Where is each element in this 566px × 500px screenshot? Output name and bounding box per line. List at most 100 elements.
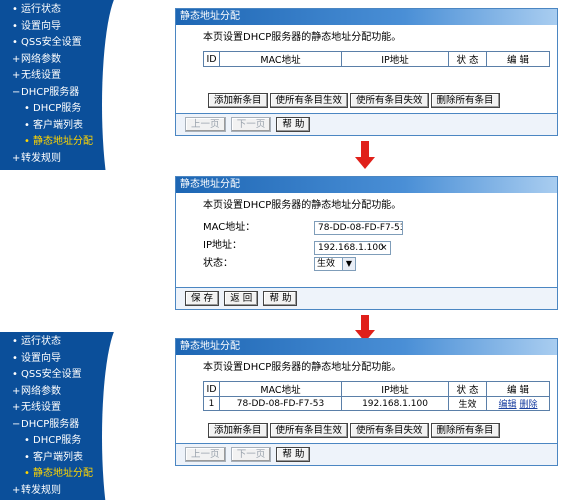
chevron-down-icon[interactable]: ▼ xyxy=(342,258,355,270)
sidebar-bottom: • 运行状态 • 设置向导 • QSS安全设置 +网络参数 +无线设置 −DHCP服务器 • DHC… xyxy=(0,332,124,500)
sidebar-item-label: 静态地址分配 xyxy=(33,468,93,479)
sidebar-item-label: QSS安全设置 xyxy=(21,369,82,380)
col-ip: IP地址 xyxy=(341,51,449,67)
sidebar-menu: • 运行状态 • 设置向导 • QSS安全设置 +网络参数 +无线设置 −DHCP服务器 • DHC… xyxy=(0,332,124,499)
down-arrow-icon xyxy=(355,141,375,169)
ip-label: IP地址： xyxy=(203,240,242,251)
sidebar-item-label: 客户端列表 xyxy=(33,451,83,463)
static-address-form-panel: 静态地址分配 本页设置DHCP服务器的静态地址分配功能。 MAC地址： IP地址… xyxy=(175,176,558,310)
panel-footer: 上一页 下一页 帮 助 xyxy=(176,443,557,465)
status-label: 状态： xyxy=(203,258,233,269)
sidebar-item-label: 运行状态 xyxy=(21,4,61,15)
sidebar-menu: • 运行状态 • 设置向导 • QSS安全设置 +网络参数 +无线设置 −DHCP服务器 • DHC… xyxy=(0,0,124,167)
col-mac: MAC地址 xyxy=(219,381,342,397)
table-row: 1 78-DD-08-FD-F7-53 192.168.1.100 生效 编辑 … xyxy=(203,396,550,411)
sidebar-item[interactable]: −DHCP服务器 xyxy=(12,85,124,102)
static-address-table: ID MAC地址 IP地址 状 态 编 辑 1 78-DD-08-FD-F7-5… xyxy=(203,381,550,411)
add-entry-button[interactable]: 添加新条目 xyxy=(208,93,268,108)
col-id: ID xyxy=(203,381,220,397)
col-edit: 编 辑 xyxy=(486,381,550,397)
sidebar-item[interactable]: +无线设置 xyxy=(12,68,124,85)
back-button[interactable]: 返 回 xyxy=(224,291,259,306)
delete-all-button[interactable]: 删除所有条目 xyxy=(430,93,500,108)
bullet-icon: • xyxy=(24,435,30,446)
next-page-button[interactable]: 下一页 xyxy=(230,117,272,132)
sidebar-item[interactable]: • 客户端列表 xyxy=(12,118,124,135)
help-button[interactable]: 帮 助 xyxy=(263,291,298,306)
sidebar-item-label: 客户端列表 xyxy=(33,119,83,131)
bullet-icon: + xyxy=(12,402,21,413)
enable-all-button[interactable]: 使所有条目生效 xyxy=(269,93,349,108)
sidebar-item-label: 网络参数 xyxy=(21,385,61,397)
sidebar-item[interactable]: • 设置向导 xyxy=(12,19,124,36)
sidebar-item-label: 运行状态 xyxy=(21,336,61,347)
mac-label: MAC地址： xyxy=(203,222,256,233)
panel-description: 本页设置DHCP服务器的静态地址分配功能。 xyxy=(203,32,402,43)
sidebar-item[interactable]: • 静态地址分配 xyxy=(12,466,124,483)
sidebar-item[interactable]: • 设置向导 xyxy=(12,351,124,368)
bullet-icon: + xyxy=(12,152,21,164)
help-button[interactable]: 帮 助 xyxy=(276,117,311,132)
cell-mac: 78-DD-08-FD-F7-53 xyxy=(219,396,342,411)
bullet-icon: • xyxy=(12,4,18,15)
sidebar-item[interactable]: +网络参数 xyxy=(12,384,124,401)
sidebar-item[interactable]: −DHCP服务器 xyxy=(12,417,124,434)
sidebar-item[interactable]: • DHCP服务 xyxy=(12,101,124,118)
disable-all-button[interactable]: 使所有条目失效 xyxy=(350,93,429,108)
static-address-table: ID MAC地址 IP地址 状 态 编 辑 xyxy=(203,51,550,67)
prev-page-button[interactable]: 上一页 xyxy=(185,117,226,132)
bullet-icon: − xyxy=(12,418,21,430)
save-button[interactable]: 保 存 xyxy=(185,291,220,306)
sidebar-item[interactable]: • DHCP服务 xyxy=(12,433,124,450)
edit-link[interactable]: 编辑 xyxy=(499,400,517,410)
sidebar-item[interactable]: • 客户端列表 xyxy=(12,450,124,467)
panel-title: 静态地址分配 xyxy=(176,177,557,193)
disable-all-button[interactable]: 使所有条目失效 xyxy=(350,423,429,438)
sidebar-item[interactable]: +无线设置 xyxy=(12,400,124,417)
prev-page-button[interactable]: 上一页 xyxy=(185,447,226,462)
mac-address-input[interactable] xyxy=(314,221,403,235)
sidebar-item[interactable]: • QSS安全设置 xyxy=(12,367,124,384)
ip-row: IP地址： × xyxy=(203,237,557,255)
delete-link[interactable]: 删除 xyxy=(519,400,537,410)
bullet-icon: • xyxy=(12,37,18,48)
bullet-icon: • xyxy=(24,119,30,131)
sidebar-item-label: 静态地址分配 xyxy=(33,136,93,147)
bullet-icon: + xyxy=(12,53,21,65)
sidebar-item[interactable]: • 静态地址分配 xyxy=(12,134,124,151)
bullet-icon: • xyxy=(12,336,18,347)
panel-title: 静态地址分配 xyxy=(176,9,557,25)
sidebar-item[interactable]: • 运行状态 xyxy=(12,334,124,351)
sidebar-item-label: DHCP服务器 xyxy=(21,86,80,98)
sidebar-item-label: DHCP服务器 xyxy=(21,418,80,430)
sidebar-item[interactable]: +转发规则 xyxy=(12,151,124,168)
static-address-panel-empty: 静态地址分配 本页设置DHCP服务器的静态地址分配功能。 ID MAC地址 IP… xyxy=(175,8,558,136)
sidebar-item[interactable]: +转发规则 xyxy=(12,483,124,500)
bullet-icon: − xyxy=(12,86,21,98)
sidebar-item[interactable]: • QSS安全设置 xyxy=(12,35,124,52)
sidebar-item-label: 设置向导 xyxy=(21,20,61,32)
sidebar-item-label: 无线设置 xyxy=(21,70,61,81)
sidebar-item-label: 设置向导 xyxy=(21,352,61,364)
help-button[interactable]: 帮 助 xyxy=(276,447,311,462)
sidebar-item-label: 无线设置 xyxy=(21,402,61,413)
next-page-button[interactable]: 下一页 xyxy=(230,447,272,462)
bullet-icon: • xyxy=(24,468,30,479)
bullet-icon: • xyxy=(12,352,18,364)
bullet-icon: • xyxy=(24,136,30,147)
delete-all-button[interactable]: 删除所有条目 xyxy=(430,423,500,438)
sidebar-item[interactable]: • 运行状态 xyxy=(12,2,124,19)
status-select[interactable]: 生效 ▼ xyxy=(314,257,356,271)
cell-edit: 编辑 删除 xyxy=(486,396,550,411)
sidebar-item-label: 网络参数 xyxy=(21,53,61,65)
panel-footer: 上一页 下一页 帮 助 xyxy=(176,113,557,135)
sidebar-item[interactable]: +网络参数 xyxy=(12,52,124,69)
panel-title: 静态地址分配 xyxy=(176,339,557,355)
bullet-icon: • xyxy=(12,369,18,380)
add-entry-button[interactable]: 添加新条目 xyxy=(208,423,268,438)
col-ip: IP地址 xyxy=(341,381,449,397)
status-row: 状态： 生效 ▼ xyxy=(203,255,557,273)
bullet-icon: + xyxy=(12,70,21,81)
enable-all-button[interactable]: 使所有条目生效 xyxy=(269,423,349,438)
cell-status: 生效 xyxy=(448,396,487,411)
